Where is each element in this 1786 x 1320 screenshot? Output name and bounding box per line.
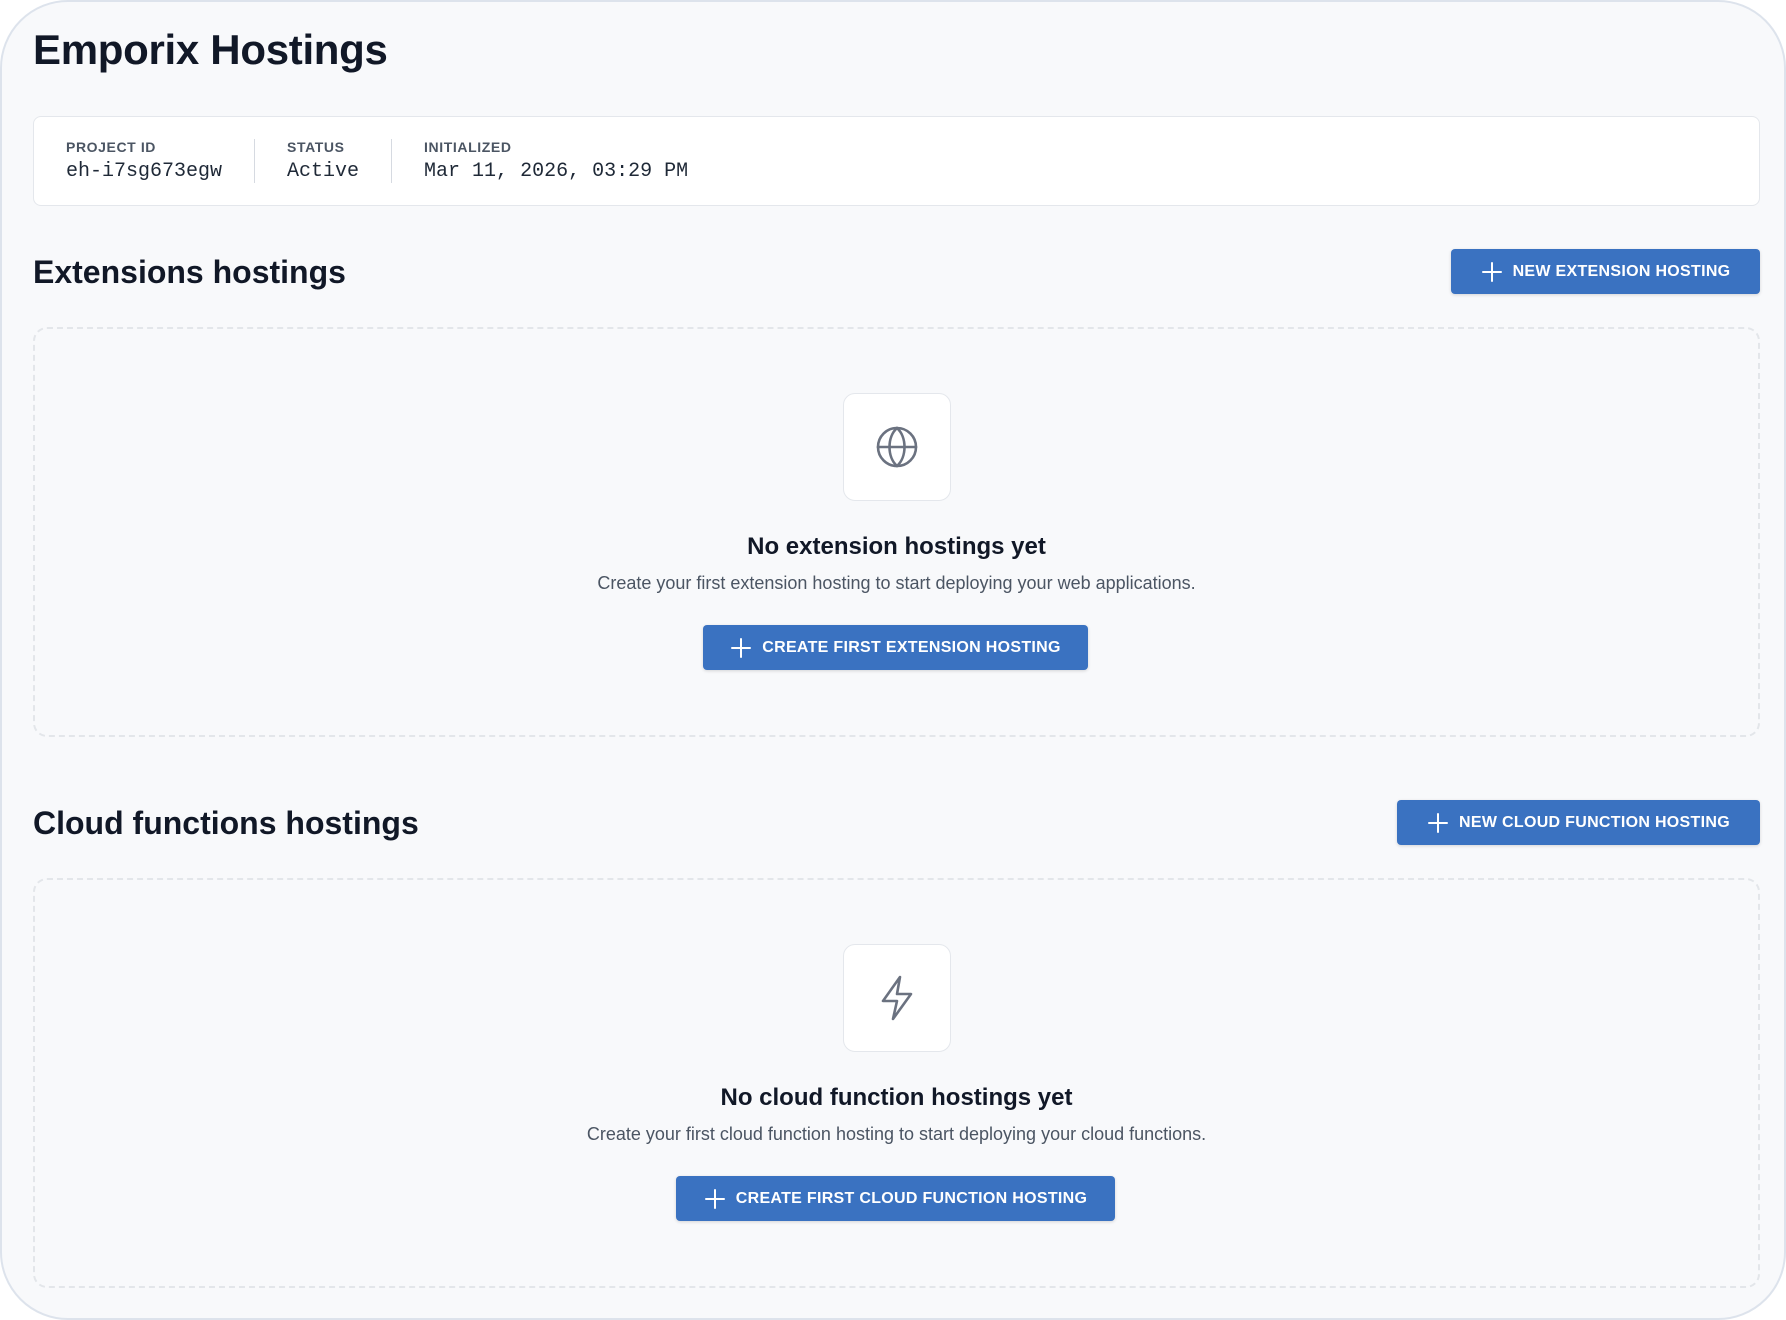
new-cloud-function-hosting-label: NEW CLOUD FUNCTION HOSTING — [1459, 813, 1730, 831]
new-extension-hosting-label: NEW EXTENSION HOSTING — [1512, 262, 1731, 280]
info-divider — [254, 139, 256, 183]
page-title: Emporix Hostings — [33, 26, 388, 73]
extensions-empty-title: No extension hostings yet — [747, 533, 1046, 560]
status-field: STATUS Active — [287, 139, 359, 183]
globe-icon — [876, 426, 918, 468]
initialized-label: INITIALIZED — [424, 139, 512, 155]
project-id-value: eh-i7sg673egw — [66, 160, 223, 183]
status-value: Active — [287, 160, 360, 183]
project-id-field: PROJECT ID eh-i7sg673egw — [66, 139, 222, 183]
plus-icon — [731, 637, 752, 658]
create-first-extension-hosting-label: CREATE FIRST EXTENSION HOSTING — [762, 638, 1061, 656]
globe-icon-box — [843, 393, 951, 501]
cloud-functions-empty-title: No cloud function hostings yet — [720, 1084, 1073, 1111]
create-first-cloud-function-hosting-label: CREATE FIRST CLOUD FUNCTION HOSTING — [735, 1189, 1088, 1207]
initialized-field: INITIALIZED Mar 11, 2026, 03:29 PM — [424, 139, 688, 183]
project-id-label: PROJECT ID — [66, 139, 157, 155]
initialized-value: Mar 11, 2026, 03:29 PM — [424, 160, 689, 183]
new-cloud-function-hosting-button[interactable]: NEW CLOUD FUNCTION HOSTING — [1397, 800, 1760, 845]
app-window: Emporix Hostings PROJECT ID eh-i7sg673eg… — [0, 0, 1786, 1320]
plus-icon — [1428, 812, 1449, 833]
plus-icon — [1481, 261, 1502, 282]
create-first-cloud-function-hosting-button[interactable]: CREATE FIRST CLOUD FUNCTION HOSTING — [676, 1176, 1115, 1221]
cloud-functions-section-title: Cloud functions hostings — [33, 805, 419, 841]
new-extension-hosting-button[interactable]: NEW EXTENSION HOSTING — [1451, 249, 1760, 294]
cloud-functions-empty-description: Create your first cloud function hosting… — [586, 1124, 1207, 1144]
cloud-functions-empty-state: No cloud function hostings yet Create yo… — [33, 878, 1760, 1288]
extensions-empty-description: Create your first extension hosting to s… — [597, 573, 1196, 593]
lightning-icon-box — [843, 944, 951, 1052]
status-label: STATUS — [287, 139, 345, 155]
extensions-empty-state: No extension hostings yet Create your fi… — [33, 327, 1760, 737]
project-info-card: PROJECT ID eh-i7sg673egw STATUS Active I… — [33, 116, 1760, 206]
info-divider — [391, 139, 393, 183]
plus-icon — [704, 1188, 725, 1209]
lightning-icon — [881, 975, 913, 1021]
extensions-section-title: Extensions hostings — [33, 254, 346, 290]
create-first-extension-hosting-button[interactable]: CREATE FIRST EXTENSION HOSTING — [703, 625, 1088, 670]
